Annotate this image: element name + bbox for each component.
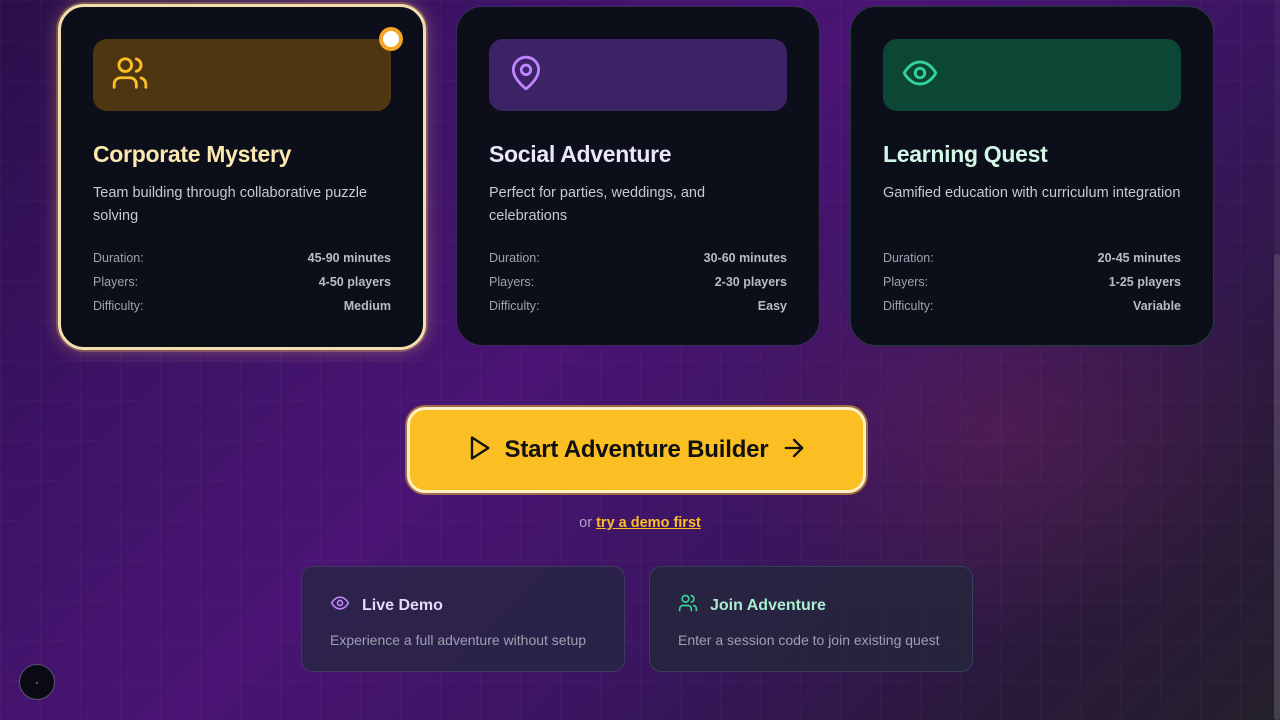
users-icon [111, 54, 149, 97]
card-stats: Duration: 30-60 minutes Players: 2-30 play… [489, 246, 787, 318]
card-stats: Duration: 45-90 minutes Players: 4-50 play… [93, 246, 391, 318]
card-learning-quest[interactable]: Learning Quest Gamified education with c… [850, 6, 1214, 346]
map-pin-icon [507, 54, 545, 97]
demo-line: or try a demo first [0, 515, 1280, 531]
stat-value: Variable [1133, 299, 1181, 313]
card-banner [93, 31, 399, 111]
live-demo-header: Live Demo [330, 593, 596, 618]
stat-label: Players: [93, 275, 139, 289]
eye-icon [330, 593, 350, 618]
cta-label: Start Adventure Builder [504, 436, 769, 463]
demo-prefix: or [579, 515, 593, 531]
stat-label: Duration: [883, 251, 934, 265]
start-adventure-builder-button[interactable]: Start Adventure Builder [407, 407, 866, 493]
scrollbar-thumb[interactable] [1274, 254, 1280, 720]
card-title: Corporate Mystery [93, 141, 292, 167]
join-adventure-description: Enter a session code to join existing qu… [678, 632, 940, 648]
card-banner [883, 39, 1181, 111]
floating-action-button[interactable]: · [19, 664, 55, 700]
selected-indicator [383, 31, 399, 47]
card-corporate-mystery[interactable]: Corporate Mystery Team building through … [58, 4, 426, 350]
stat-difficulty: Difficulty: Easy [489, 294, 787, 318]
live-demo-title: Live Demo [362, 596, 443, 614]
join-adventure-header: Join Adventure [678, 593, 944, 618]
stat-players: Players: 4-50 players [93, 270, 391, 294]
page-scrollbar[interactable] [1274, 0, 1280, 720]
card-description: Team building through collaborative puzz… [93, 185, 368, 224]
card-description: Gamified education with curriculum integ… [883, 185, 1181, 201]
stat-value: 20-45 minutes [1097, 251, 1181, 265]
stat-value: 30-60 minutes [703, 251, 787, 265]
stat-label: Difficulty: [93, 299, 144, 313]
stat-value: Easy [757, 299, 787, 313]
stat-label: Duration: [489, 251, 540, 265]
stat-label: Duration: [93, 251, 144, 265]
card-banner [489, 39, 787, 111]
stat-label: Difficulty: [489, 299, 540, 313]
stat-value: 45-90 minutes [307, 251, 391, 265]
stat-difficulty: Difficulty: Variable [883, 294, 1181, 318]
join-adventure-card[interactable]: Join Adventure Enter a session code to j… [649, 566, 973, 672]
stat-value: 2-30 players [714, 275, 787, 289]
stat-value: Medium [343, 299, 391, 313]
stat-duration: Duration: 20-45 minutes [883, 246, 1181, 270]
dot-icon: · [35, 675, 39, 689]
live-demo-description: Experience a full adventure without setu… [330, 632, 587, 648]
eye-icon [901, 54, 939, 97]
stat-label: Players: [489, 275, 535, 289]
stat-players: Players: 1-25 players [883, 270, 1181, 294]
live-demo-card[interactable]: Live Demo Experience a full adventure wi… [301, 566, 625, 672]
stat-duration: Duration: 45-90 minutes [93, 246, 391, 270]
users-icon [678, 593, 698, 618]
stat-difficulty: Difficulty: Medium [93, 294, 391, 318]
card-stats: Duration: 20-45 minutes Players: 1-25 play… [883, 246, 1181, 318]
card-title: Social Adventure [489, 141, 672, 167]
card-description: Perfect for parties, weddings, and celeb… [489, 185, 706, 224]
stat-players: Players: 2-30 players [489, 270, 787, 294]
join-adventure-title: Join Adventure [710, 596, 826, 614]
arrow-right-icon [780, 434, 808, 467]
card-social-adventure[interactable]: Social Adventure Perfect for parties, we… [456, 6, 820, 346]
stat-label: Players: [883, 275, 929, 289]
stat-duration: Duration: 30-60 minutes [489, 246, 787, 270]
stat-label: Difficulty: [883, 299, 934, 313]
play-icon [465, 434, 493, 467]
try-demo-link[interactable]: try a demo first [596, 515, 701, 531]
card-title: Learning Quest [883, 141, 1048, 167]
stat-value: 4-50 players [318, 275, 391, 289]
stat-value: 1-25 players [1108, 275, 1181, 289]
